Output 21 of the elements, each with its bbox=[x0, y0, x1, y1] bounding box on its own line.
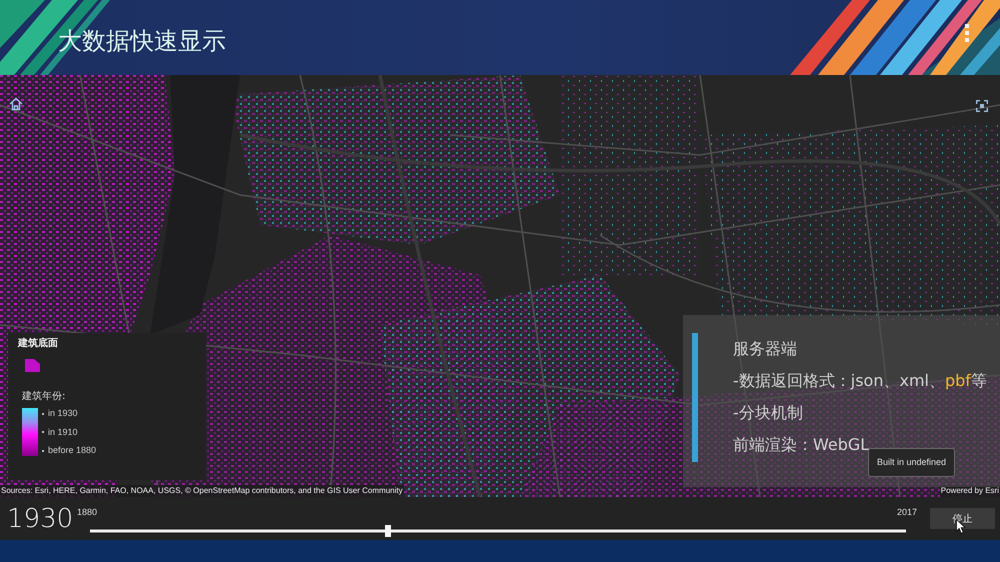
legend-field-title: 建筑年份: bbox=[22, 391, 66, 403]
info-text: -数据返回格式：json、xml、pbf等 bbox=[733, 370, 987, 392]
info-text: 服务器端 bbox=[733, 338, 798, 360]
home-icon[interactable] bbox=[9, 97, 23, 111]
legend-title: 建筑底面 bbox=[18, 338, 58, 350]
legend-label: in 1930 bbox=[48, 408, 78, 419]
current-year-label: 1930 bbox=[6, 503, 74, 534]
slider-min-label: 1880 bbox=[77, 506, 98, 518]
color-ramp-icon bbox=[22, 408, 38, 456]
slider-max-label: 2017 bbox=[896, 506, 917, 518]
slide-title: 大数据快速显示 bbox=[58, 28, 226, 56]
fullscreen-icon[interactable] bbox=[976, 100, 988, 112]
attribution-text: Sources: Esri, HERE, Garmin, FAO, NOAA, USGS, © OpenStreetMap contributors, and the GIS User Community bbox=[0, 485, 404, 497]
legend-label: in 1910 bbox=[48, 426, 78, 438]
polygon-swatch-icon bbox=[25, 359, 40, 372]
slider-thumb[interactable] bbox=[384, 525, 391, 537]
info-text: -分块机制 bbox=[733, 402, 804, 424]
tooltip: Built in undefined bbox=[868, 448, 956, 477]
powered-by-text: Powered by Esri bbox=[940, 485, 1000, 497]
info-text: 前端渲染：WebGL bbox=[733, 434, 870, 456]
legend-label: before 1880 bbox=[48, 445, 96, 456]
